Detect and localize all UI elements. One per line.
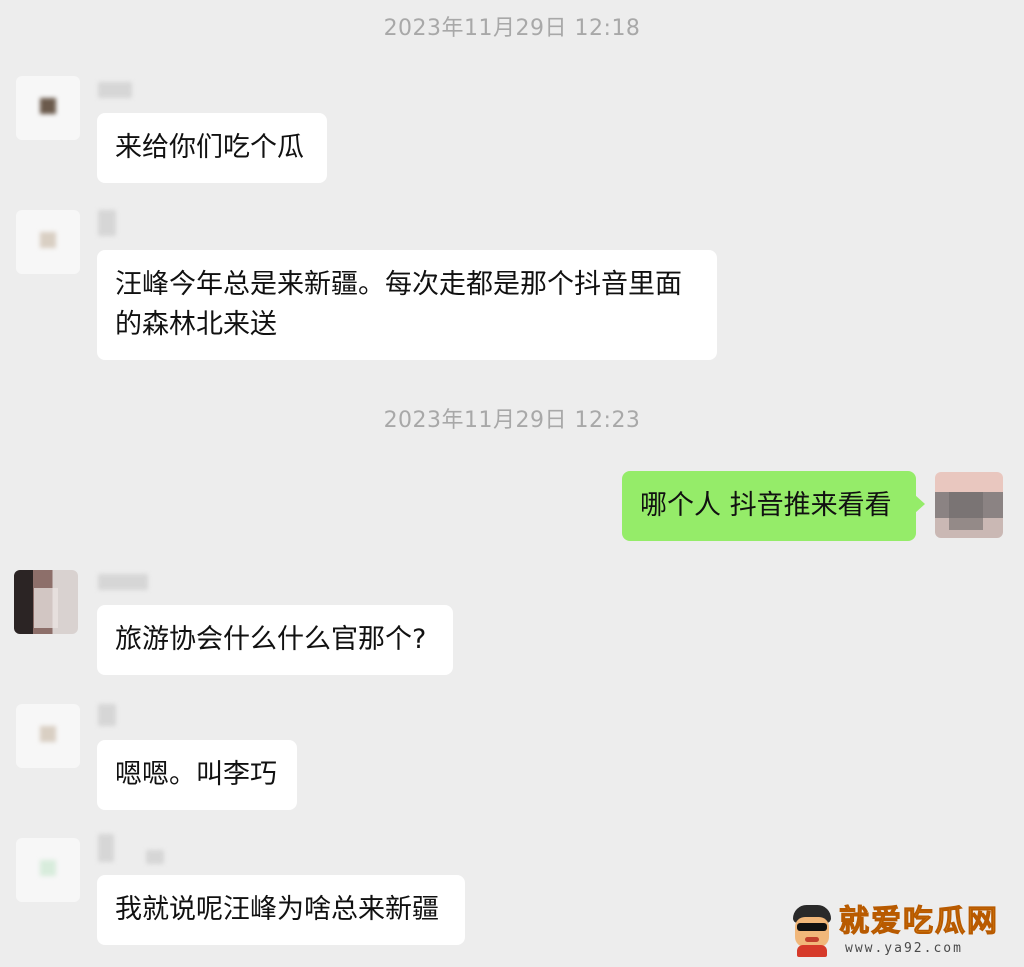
timestamp: 2023年11月29日 12:23 — [383, 408, 641, 433]
watermark-title: 就爱吃瓜网 — [839, 904, 999, 940]
sender-nickname — [98, 210, 116, 236]
sender-avatar[interactable] — [14, 570, 78, 634]
message-bubble-incoming[interactable]: 我就说呢汪峰为啥总来新疆 — [97, 875, 465, 945]
message-bubble-incoming[interactable]: 旅游协会什么什么官那个? — [97, 605, 453, 675]
watermark-url: www.ya92.com — [845, 941, 963, 956]
sender-nickname — [98, 82, 132, 98]
message-bubble-incoming[interactable]: 来给你们吃个瓜 — [97, 113, 327, 183]
sender-avatar[interactable] — [16, 210, 80, 274]
cartoon-face-with-sunglasses-icon — [789, 905, 835, 957]
chat-area: 2023年11月29日 12:18 来给你们吃个瓜 汪峰今年总是来新疆。每次走都… — [0, 0, 1024, 967]
sender-avatar[interactable] — [16, 704, 80, 768]
sender-nickname — [98, 834, 114, 862]
self-avatar[interactable] — [935, 472, 1003, 538]
timestamp: 2023年11月29日 12:18 — [383, 16, 641, 41]
message-bubble-incoming[interactable]: 汪峰今年总是来新疆。每次走都是那个抖音里面 的森林北来送 — [97, 250, 717, 360]
message-bubble-outgoing[interactable]: 哪个人 抖音推来看看 — [622, 471, 925, 541]
message-bubble-incoming[interactable]: 嗯嗯。叫李巧 — [97, 740, 297, 810]
sender-nickname — [146, 850, 164, 864]
sender-avatar[interactable] — [16, 76, 80, 140]
sender-nickname — [98, 574, 148, 590]
sender-avatar[interactable] — [16, 838, 80, 902]
sender-nickname — [98, 704, 116, 726]
site-watermark: 就爱吃瓜网 www.ya92.com — [789, 903, 1014, 961]
